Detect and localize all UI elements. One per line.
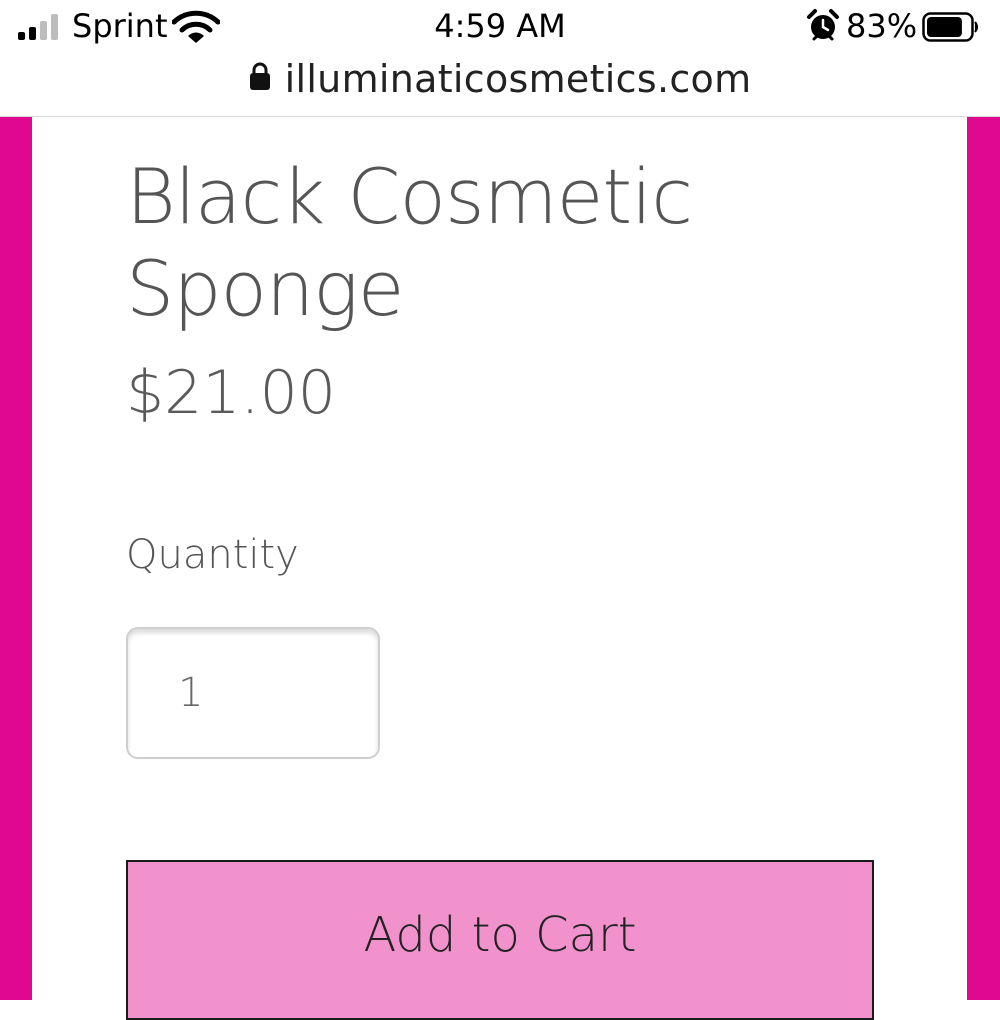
quantity-label: Quantity <box>126 532 299 578</box>
page-border-right <box>967 117 1000 1000</box>
battery-icon <box>922 12 978 42</box>
product-title: Black Cosmetic Sponge <box>126 152 693 333</box>
battery-percent: 83% <box>846 7 918 45</box>
lock-icon <box>249 62 270 90</box>
product-price: $21.00 <box>126 358 336 428</box>
site-domain: illuminaticosmetics.com <box>284 57 752 101</box>
address-bar[interactable]: illuminaticosmetics.com <box>0 52 1000 117</box>
quantity-input[interactable] <box>126 627 380 759</box>
add-to-cart-button[interactable]: Add to Cart <box>126 860 874 1020</box>
status-bar: Sprint 4:59 AM 83% <box>0 0 1000 52</box>
product-panel: Black Cosmetic Sponge $21.00 Quantity Ad… <box>32 117 967 1020</box>
page-border-left <box>0 117 32 1000</box>
alarm-icon <box>807 9 839 41</box>
